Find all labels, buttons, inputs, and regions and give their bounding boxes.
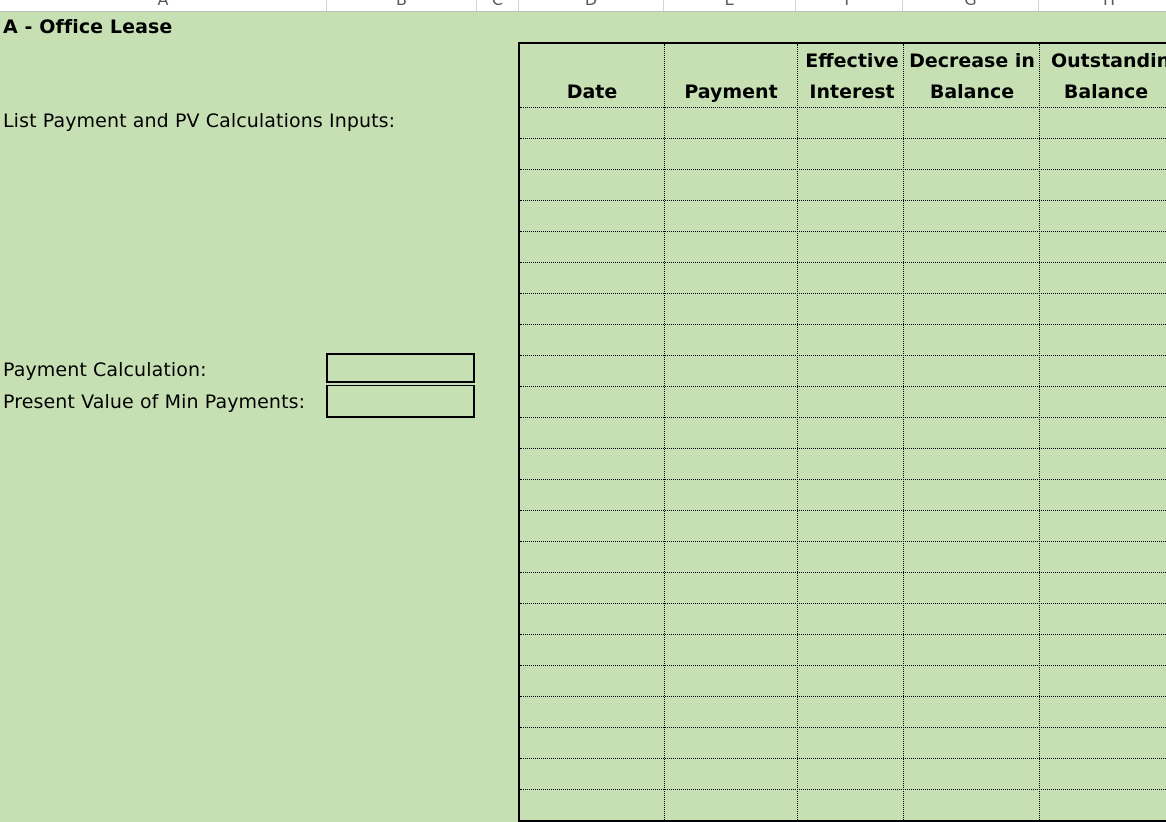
- table-row-divider: [520, 541, 1166, 542]
- header-payment[interactable]: Payment: [664, 77, 798, 108]
- table-row-divider: [520, 138, 1166, 139]
- header-interest[interactable]: Interest: [798, 77, 906, 108]
- table-row-divider: [520, 169, 1166, 170]
- column-header-d[interactable]: D: [519, 0, 664, 11]
- column-header-h[interactable]: H: [1039, 0, 1166, 11]
- table-row-divider: [520, 479, 1166, 480]
- table-column-divider: [903, 44, 904, 820]
- column-header-c[interactable]: C: [477, 0, 519, 11]
- table-row-divider: [520, 665, 1166, 666]
- table-row-divider: [520, 510, 1166, 511]
- table-column-divider: [797, 44, 798, 820]
- inputs-label[interactable]: List Payment and PV Calculations Inputs:: [3, 110, 395, 132]
- table-row-divider: [520, 758, 1166, 759]
- table-row-divider: [520, 107, 1166, 108]
- payment-calculation-cell[interactable]: [326, 353, 475, 383]
- table-row-divider: [520, 417, 1166, 418]
- table-column-divider: [664, 44, 665, 820]
- header-outstanding-balance[interactable]: Balance: [1040, 77, 1166, 108]
- payment-calculation-label[interactable]: Payment Calculation:: [3, 359, 207, 381]
- header-outstanding[interactable]: Outstanding: [1040, 46, 1166, 77]
- present-value-label[interactable]: Present Value of Min Payments:: [3, 391, 305, 413]
- table-row-divider: [520, 293, 1166, 294]
- column-header-e[interactable]: E: [664, 0, 796, 11]
- header-decrease-in[interactable]: Decrease in: [904, 46, 1040, 77]
- present-value-cell[interactable]: [326, 385, 475, 418]
- table-row-divider: [520, 634, 1166, 635]
- table-row-divider: [520, 200, 1166, 201]
- table-row-divider: [520, 696, 1166, 697]
- table-column-divider: [1039, 44, 1040, 820]
- sheet-title[interactable]: A - Office Lease: [3, 16, 172, 38]
- table-row-divider: [520, 572, 1166, 573]
- table-row-divider: [520, 355, 1166, 356]
- table-row-divider: [520, 262, 1166, 263]
- table-row-divider: [520, 324, 1166, 325]
- table-row-divider: [520, 231, 1166, 232]
- column-header-g[interactable]: G: [903, 0, 1039, 11]
- table-row-divider: [520, 727, 1166, 728]
- table-row-divider: [520, 603, 1166, 604]
- table-row-divider: [520, 789, 1166, 790]
- amortization-table: Date Payment Effective Interest Decrease…: [518, 42, 1166, 822]
- table-row-divider: [520, 448, 1166, 449]
- table-row-divider: [520, 386, 1166, 387]
- header-date[interactable]: Date: [520, 77, 664, 108]
- column-header-a[interactable]: A: [0, 0, 327, 11]
- header-effective[interactable]: Effective: [798, 46, 906, 77]
- column-header-bar: A B C D E F G H: [0, 0, 1166, 12]
- header-decrease-balance[interactable]: Balance: [904, 77, 1040, 108]
- column-header-b[interactable]: B: [327, 0, 477, 11]
- column-header-f[interactable]: F: [796, 0, 903, 11]
